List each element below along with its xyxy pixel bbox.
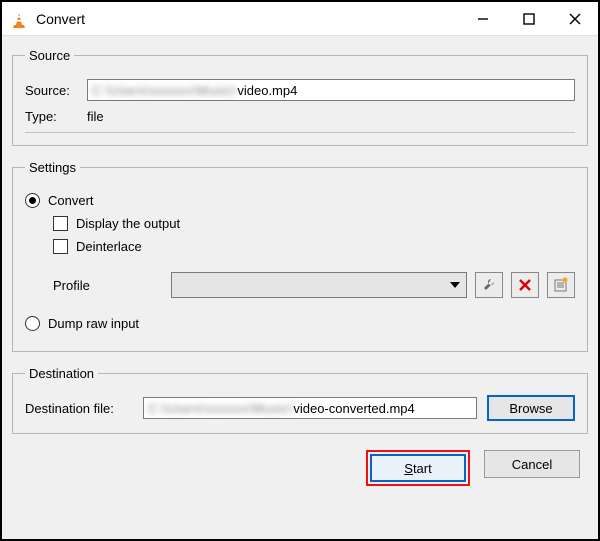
start-button-accel: S: [404, 461, 413, 476]
delete-icon: [518, 278, 532, 292]
dialog-button-row: Start Cancel: [12, 450, 588, 486]
edit-profile-button[interactable]: [475, 272, 503, 298]
settings-group: Settings Convert Display the output Dein…: [12, 160, 588, 352]
dialog-content: Source Source: C:\Users\xxxxxx\Music\vid…: [2, 36, 598, 539]
source-legend: Source: [25, 48, 74, 63]
new-profile-icon: [553, 277, 569, 293]
dump-radio-label: Dump raw input: [48, 316, 139, 331]
start-button-rest: tart: [413, 461, 432, 476]
chevron-down-icon: [450, 282, 460, 288]
display-output-label: Display the output: [76, 216, 180, 231]
source-path-hidden: C:\Users\xxxxxx\Music\: [92, 83, 237, 98]
type-value: file: [87, 109, 104, 124]
destination-group: Destination Destination file: C:\Users\x…: [12, 366, 588, 434]
deinterlace-checkbox[interactable]: [53, 239, 68, 254]
window-title: Convert: [36, 11, 85, 27]
close-button[interactable]: [552, 2, 598, 36]
profile-combobox[interactable]: [171, 272, 467, 298]
convert-radio-label: Convert: [48, 193, 94, 208]
destination-path-input[interactable]: C:\Users\xxxxxx\Music\video-converted.mp…: [143, 397, 477, 419]
profile-row: Profile: [53, 272, 575, 298]
settings-legend: Settings: [25, 160, 80, 175]
dump-radio[interactable]: [25, 316, 40, 331]
type-label: Type:: [25, 109, 87, 124]
source-divider: [25, 132, 575, 133]
convert-radio[interactable]: [25, 193, 40, 208]
cancel-button-label: Cancel: [512, 457, 552, 472]
minimize-button[interactable]: [460, 2, 506, 36]
new-profile-button[interactable]: [547, 272, 575, 298]
source-path-input[interactable]: C:\Users\xxxxxx\Music\video.mp4: [87, 79, 575, 101]
vlc-cone-icon: [10, 10, 28, 28]
destination-legend: Destination: [25, 366, 98, 381]
maximize-button[interactable]: [506, 2, 552, 36]
destination-path-visible: video-converted.mp4: [293, 401, 414, 416]
start-button-highlight: Start: [366, 450, 470, 486]
profile-label: Profile: [53, 278, 163, 293]
start-button[interactable]: Start: [370, 454, 466, 482]
browse-button-label: Browse: [509, 401, 552, 416]
titlebar: Convert: [2, 2, 598, 36]
convert-dialog: Convert Source Source: C:\Users\xxxxxx\M…: [0, 0, 600, 541]
destination-label: Destination file:: [25, 401, 133, 416]
convert-radio-row[interactable]: Convert: [25, 193, 575, 208]
dump-radio-row[interactable]: Dump raw input: [25, 316, 575, 331]
deinterlace-label: Deinterlace: [76, 239, 142, 254]
browse-button[interactable]: Browse: [487, 395, 575, 421]
source-group: Source Source: C:\Users\xxxxxx\Music\vid…: [12, 48, 588, 146]
display-output-row[interactable]: Display the output: [53, 216, 575, 231]
wrench-icon: [481, 277, 497, 293]
destination-path-hidden: C:\Users\xxxxxx\Music\: [148, 401, 293, 416]
source-path-visible: video.mp4: [237, 83, 297, 98]
deinterlace-row[interactable]: Deinterlace: [53, 239, 575, 254]
display-output-checkbox[interactable]: [53, 216, 68, 231]
source-label: Source:: [25, 83, 87, 98]
delete-profile-button[interactable]: [511, 272, 539, 298]
cancel-button[interactable]: Cancel: [484, 450, 580, 478]
